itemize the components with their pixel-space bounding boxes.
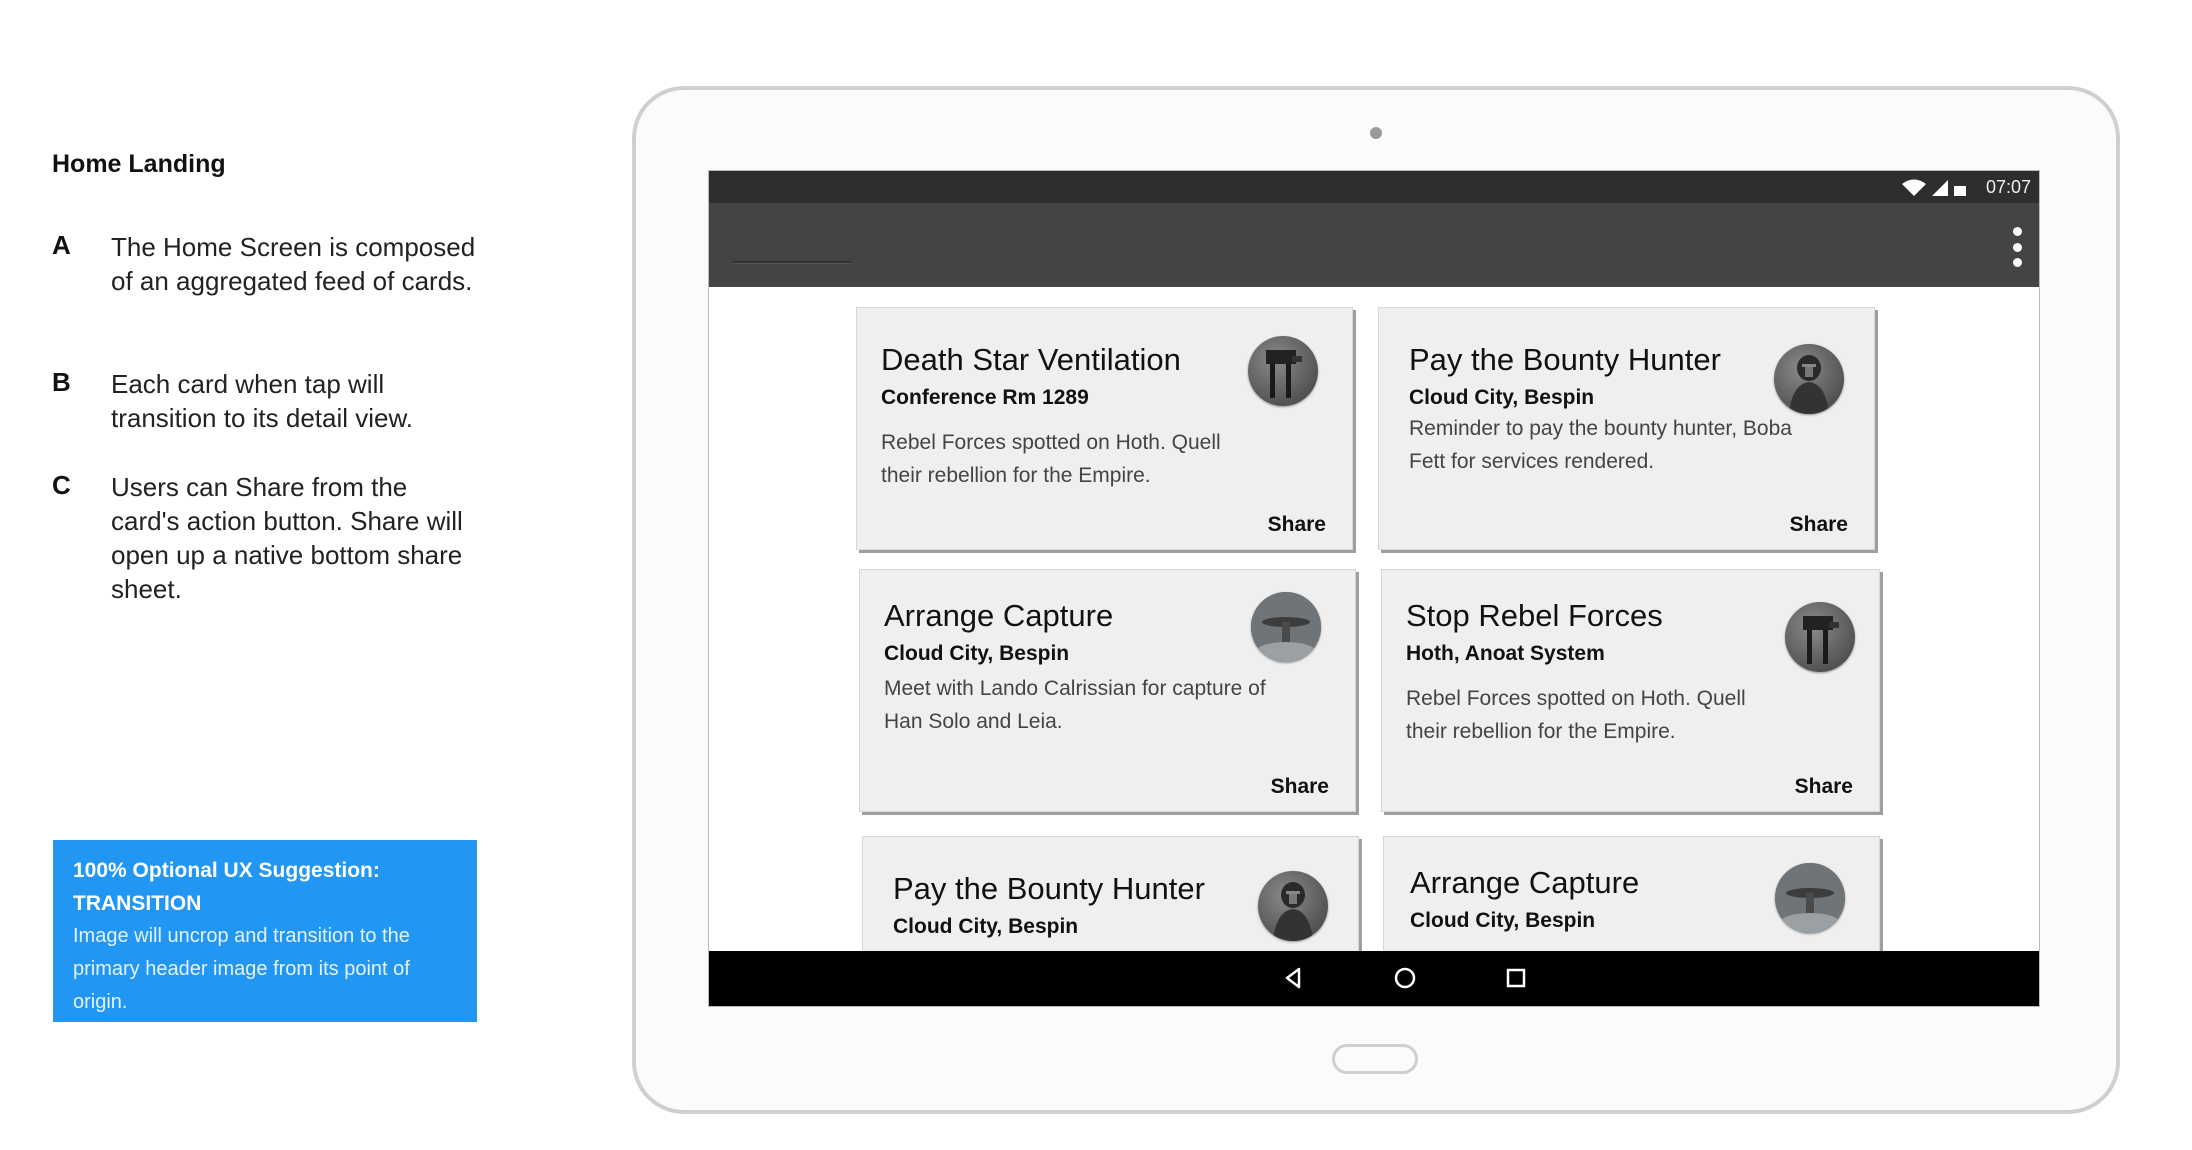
share-button[interactable]: Share [1790,513,1848,537]
note-text: Users can Share from the card's action b… [111,472,463,604]
card-title: Pay the Bounty Hunter [1409,342,1721,377]
status-time: 07:07 [1985,177,2031,197]
card-subtitle: Cloud City, Bespin [1409,386,1595,409]
navigation-bar [709,951,2039,1006]
note-text: Each card when tap will transition to it… [111,369,414,433]
ux-suggestion-box: 100% Optional UX Suggestion: TRANSITION … [53,840,477,1022]
card-stop-rebel-forces[interactable]: Stop Rebel Forces Hoth, Anoat System Reb… [1381,569,1880,812]
battery-icon [1954,186,1966,196]
walker-avatar-icon [1785,602,1855,672]
app-bar [709,203,2039,287]
wifi-icon [1902,179,1926,196]
card-body: Meet with Lando Calrissian for capture o… [884,677,1266,733]
card-pay-bounty-hunter[interactable]: Pay the Bounty Hunter Cloud City, Bespin… [1378,307,1875,550]
device-screen: 07:07 Death Star Ventilation Conference … [708,170,2040,1007]
card-body: Rebel Forces spotted on Hoth. Quell thei… [1406,687,1746,743]
card-subtitle: Cloud City, Bespin [884,642,1070,665]
card-subtitle: Hoth, Anoat System [1406,642,1605,665]
note-letter: A [52,230,71,260]
note-text: The Home Screen is composed of an aggreg… [111,232,476,296]
camera-icon [1370,127,1382,139]
card-title: Stop Rebel Forces [1406,598,1663,633]
card-body: Rebel Forces spotted on Hoth. Quell thei… [881,431,1221,487]
suggestion-title: 100% Optional UX Suggestion: TRANSITION [73,859,380,915]
bounty-hunter-avatar-icon [1258,871,1328,941]
note-letter: C [52,470,71,500]
card-subtitle: Cloud City, Bespin [1410,909,1596,932]
app-title-placeholder [733,261,851,264]
note-a: A The Home Screen is composed of an aggr… [52,230,482,298]
card-arrange-capture[interactable]: Arrange Capture Cloud City, Bespin Meet … [859,569,1356,812]
card-title: Pay the Bounty Hunter [893,871,1205,906]
card-subtitle: Cloud City, Bespin [893,915,1079,938]
note-c: C Users can Share from the card's action… [52,470,482,606]
card-title: Arrange Capture [884,598,1114,633]
card-feed: Death Star Ventilation Conference Rm 128… [709,287,2039,1006]
walker-avatar-icon [1248,336,1318,406]
card-death-star-ventilation[interactable]: Death Star Ventilation Conference Rm 128… [856,307,1353,550]
bounty-hunter-avatar-icon [1774,344,1844,414]
recents-icon[interactable] [1501,963,1531,993]
card-subtitle: Conference Rm 1289 [881,386,1089,409]
signal-icon [1932,180,1948,196]
overflow-menu-icon[interactable] [2009,227,2025,267]
card-title: Death Star Ventilation [881,342,1181,377]
share-button[interactable]: Share [1271,775,1329,799]
note-b: B Each card when tap will transition to … [52,367,482,435]
suggestion-body: Image will uncrop and transition to the … [73,925,410,1013]
status-bar: 07:07 [709,171,2039,203]
page-title: Home Landing [52,150,226,178]
home-icon[interactable] [1390,963,1420,993]
card-body: Reminder to pay the bounty hunter, Boba … [1409,417,1792,473]
share-button[interactable]: Share [1795,775,1853,799]
back-icon[interactable] [1279,963,1309,993]
share-button[interactable]: Share [1268,513,1326,537]
card-title: Arrange Capture [1410,865,1640,900]
hardware-home-button[interactable] [1332,1044,1418,1074]
cloud-city-avatar-icon [1251,592,1321,662]
note-letter: B [52,367,71,397]
status-icons [1901,179,1967,197]
cloud-city-avatar-icon [1775,863,1845,933]
